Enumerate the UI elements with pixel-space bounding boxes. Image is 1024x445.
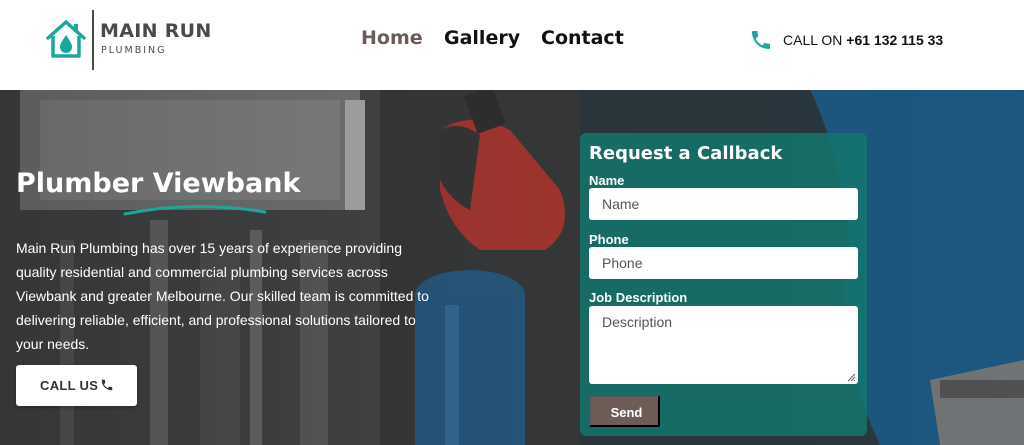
call-number: +61 132 115 33 — [846, 32, 944, 48]
phone-label: Phone — [589, 232, 629, 247]
nav-gallery[interactable]: Gallery — [444, 27, 520, 49]
hero-description: Main Run Plumbing has over 15 years of e… — [16, 240, 429, 352]
call-us-button[interactable]: CALL US — [16, 365, 137, 406]
name-input[interactable] — [589, 188, 858, 220]
call-us-label: CALL US — [40, 378, 99, 393]
site-header: MAIN RUN PLUMBING Home Gallery Contact C… — [0, 0, 1024, 90]
title-underline-swoosh — [123, 205, 267, 216]
send-button[interactable]: Send — [589, 395, 660, 427]
header-call-text: CALL ON +61 132 115 33 — [783, 32, 943, 48]
phone-input[interactable] — [589, 247, 858, 279]
nav-home[interactable]: Home — [361, 27, 423, 49]
call-prefix: CALL ON — [783, 32, 847, 48]
phone-icon — [101, 379, 113, 391]
callback-form: Request a Callback Name Phone Job Descri… — [580, 133, 867, 436]
phone-icon — [752, 31, 770, 49]
hero-section: Plumber Viewbank Main Run Plumbing has o… — [0, 90, 1024, 445]
job-description-label: Job Description — [589, 290, 688, 305]
name-label: Name — [589, 173, 625, 188]
nav-contact[interactable]: Contact — [541, 27, 624, 49]
form-title: Request a Callback — [589, 143, 783, 164]
resize-grip-icon[interactable] — [847, 373, 856, 382]
hero-title: Plumber Viewbank — [16, 168, 301, 199]
send-label: Send — [610, 405, 643, 420]
description-textarea[interactable] — [589, 306, 858, 384]
